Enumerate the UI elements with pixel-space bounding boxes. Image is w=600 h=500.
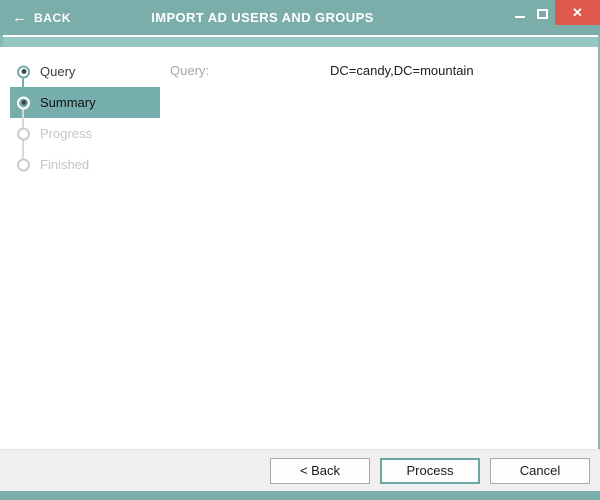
query-field-row: Query: DC=candy,DC=mountain — [160, 63, 598, 78]
wizard-content: Query Summary Progress Finished Query: D… — [0, 47, 598, 449]
minimize-button[interactable] — [510, 0, 531, 24]
step-progress-label: Progress — [40, 126, 93, 141]
step-finished[interactable]: Finished — [10, 149, 160, 180]
process-button[interactable]: Process — [380, 457, 480, 484]
step-progress-circle-icon — [17, 127, 30, 140]
cancel-button[interactable]: Cancel — [490, 457, 590, 484]
step-summary-circle-icon — [17, 96, 30, 109]
step-query-circle-icon — [17, 65, 30, 78]
back-step-button[interactable]: < Back — [270, 457, 370, 484]
step-finished-circle-icon — [17, 158, 30, 171]
import-wizard-window: ← BACK IMPORT AD USERS AND GROUPS ✕ Quer… — [0, 0, 600, 500]
step-summary[interactable]: Summary — [10, 87, 160, 118]
query-field-label: Query: — [170, 63, 210, 78]
maximize-button[interactable] — [531, 0, 555, 24]
step-finished-label: Finished — [40, 157, 90, 172]
titlebar: ← BACK IMPORT AD USERS AND GROUPS ✕ — [0, 0, 600, 35]
close-icon: ✕ — [572, 5, 583, 20]
minimize-icon — [515, 16, 525, 18]
bottom-accent-strip — [0, 491, 600, 500]
query-field-value: DC=candy,DC=mountain — [330, 63, 474, 78]
wizard-steps-sidebar: Query Summary Progress Finished — [0, 47, 160, 449]
step-progress[interactable]: Progress — [10, 118, 160, 149]
step-summary-label: Summary — [40, 95, 96, 110]
maximize-icon — [537, 9, 548, 19]
header-accent-band — [0, 37, 600, 47]
summary-panel: Query: DC=candy,DC=mountain — [160, 47, 598, 449]
window-title: IMPORT AD USERS AND GROUPS — [151, 10, 374, 25]
step-query-label: Query — [40, 64, 76, 79]
step-query[interactable]: Query — [10, 56, 160, 87]
footer-bar: < Back Process Cancel — [0, 449, 600, 491]
close-button[interactable]: ✕ — [555, 0, 600, 25]
window-controls: ✕ — [510, 0, 600, 25]
